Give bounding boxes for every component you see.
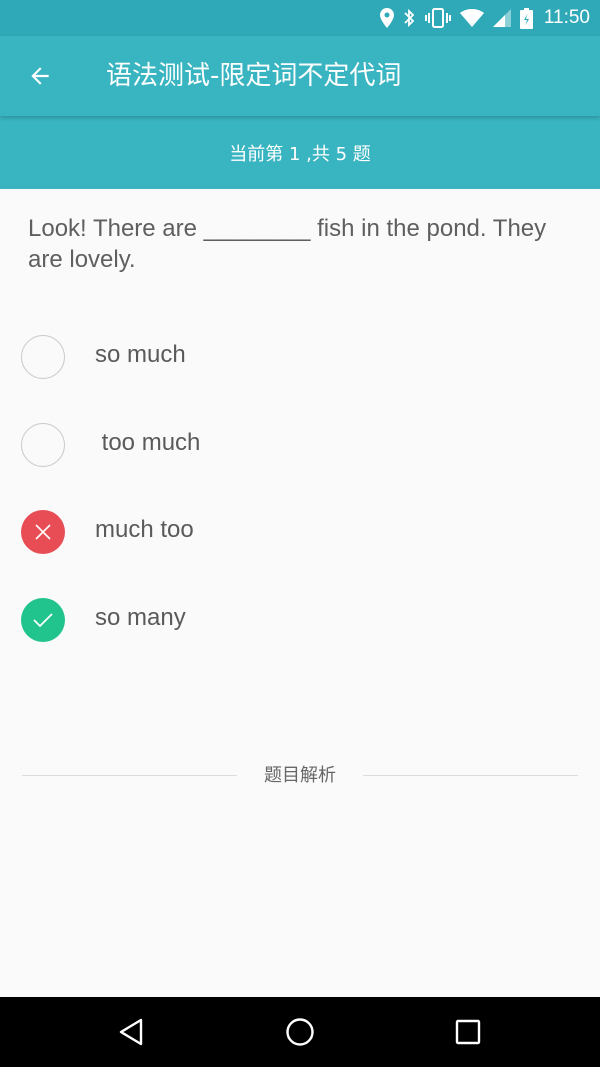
wrong-answer-icon[interactable]: [21, 510, 65, 554]
progress-bar: 当前第 1 ,共 5 题: [0, 116, 600, 189]
page-title: 语法测试-限定词不定代词: [106, 61, 402, 91]
nav-back-icon: [119, 1018, 143, 1046]
battery-icon: [519, 7, 533, 29]
radio-unselected-icon[interactable]: [21, 335, 65, 379]
option-label: so many: [95, 604, 186, 631]
back-button[interactable]: [16, 52, 64, 100]
nav-recents-button[interactable]: [447, 1011, 489, 1053]
check-icon: [33, 613, 53, 628]
vibrate-icon: [424, 8, 451, 28]
radio-unselected-icon[interactable]: [21, 423, 65, 467]
bluetooth-icon: [404, 8, 415, 28]
option-b[interactable]: too much: [0, 423, 600, 493]
nav-back-button[interactable]: [110, 1011, 152, 1053]
option-c[interactable]: much too: [0, 510, 600, 580]
status-bar: 11:50: [0, 0, 600, 36]
option-label: much too: [95, 516, 194, 543]
nav-recents-icon: [455, 1019, 481, 1045]
status-icons: 11:50: [379, 0, 590, 36]
close-icon: [35, 524, 51, 540]
divider-right: [363, 775, 578, 776]
option-a[interactable]: so much: [0, 335, 600, 405]
option-label: too much: [95, 429, 201, 456]
option-d[interactable]: so many: [0, 598, 600, 668]
status-time: 11:50: [543, 7, 590, 28]
wifi-icon: [459, 9, 484, 27]
arrow-back-icon: [31, 67, 49, 85]
system-nav-bar: [0, 997, 600, 1067]
location-icon: [379, 8, 394, 28]
signal-icon: [492, 9, 511, 27]
progress-text: 当前第 1 ,共 5 题: [229, 143, 371, 165]
analysis-section[interactable]: 题目解析: [22, 762, 578, 790]
question-text: Look! There are ________ fish in the pon…: [28, 215, 547, 273]
nav-home-button[interactable]: [279, 1011, 321, 1053]
app-bar: 语法测试-限定词不定代词: [0, 36, 600, 116]
analysis-label: 题目解析: [264, 765, 336, 786]
correct-answer-icon[interactable]: [21, 598, 65, 642]
option-label: so much: [95, 341, 186, 368]
nav-home-icon: [286, 1018, 314, 1046]
